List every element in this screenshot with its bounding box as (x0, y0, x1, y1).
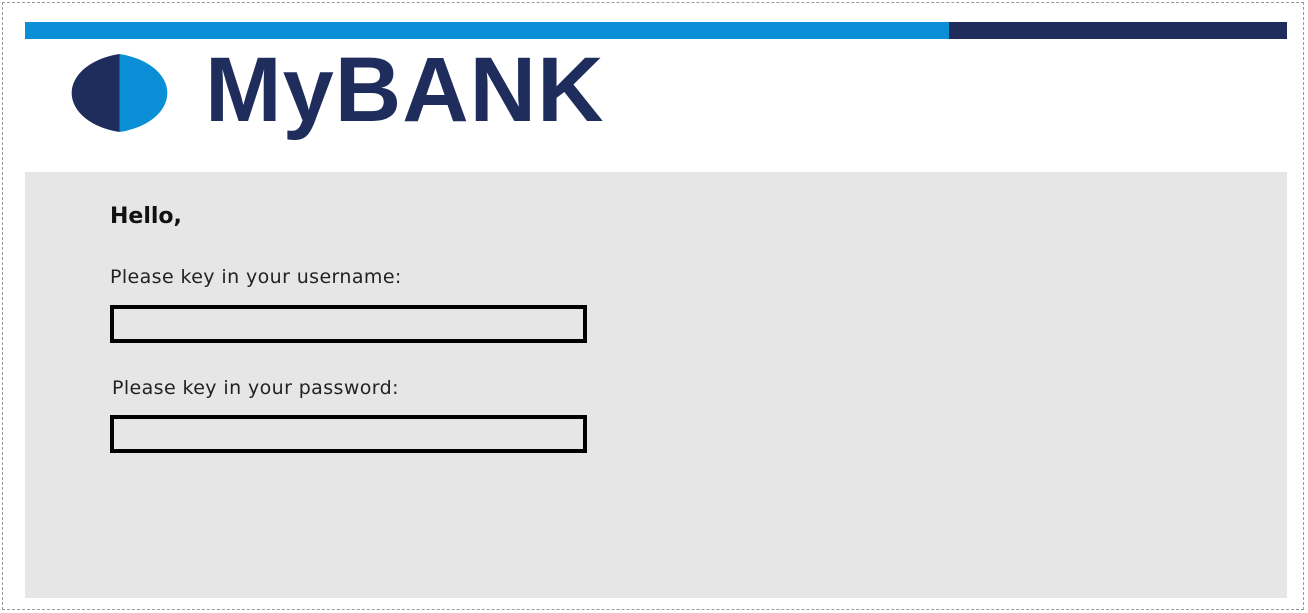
header-bar-dark-segment (949, 22, 1287, 39)
logo-right-half (119, 54, 168, 132)
half-circle-logo-icon (71, 54, 168, 132)
password-label: Please key in your password: (112, 377, 399, 399)
brand-logo-text: MyBANK (205, 39, 605, 141)
username-input[interactable] (110, 305, 587, 343)
header-bar-light-segment (25, 22, 949, 39)
greeting-text: Hello, (110, 204, 182, 229)
logo-left-half (71, 54, 120, 132)
header-color-bar (25, 22, 1287, 39)
username-label: Please key in your username: (110, 266, 402, 288)
password-input[interactable] (110, 415, 587, 453)
